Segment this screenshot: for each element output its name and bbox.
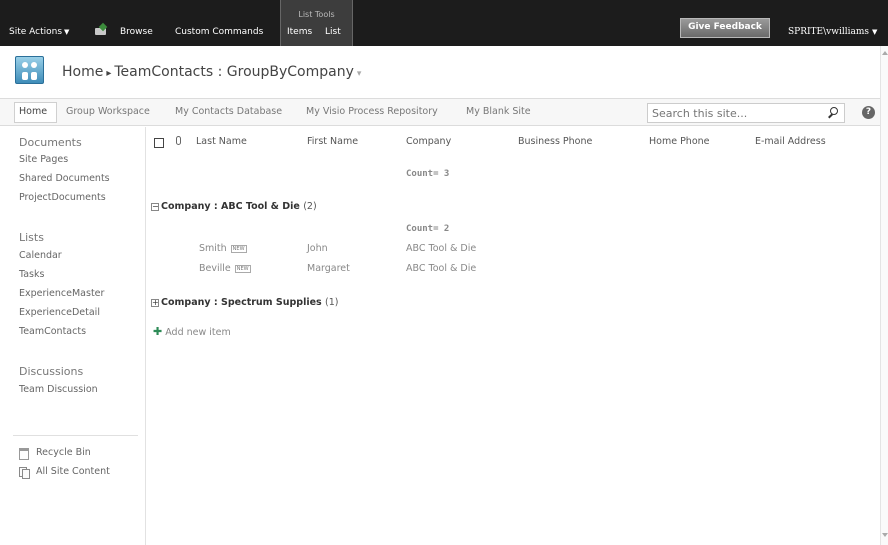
browse-tab[interactable]: Browse [120, 27, 153, 37]
divider [13, 435, 138, 436]
group-label: Company : Spectrum Supplies [161, 297, 322, 308]
ql-shared-documents[interactable]: Shared Documents [19, 173, 110, 184]
expand-icon[interactable]: + [151, 299, 159, 307]
breadcrumb-home-link[interactable]: Home [62, 64, 103, 80]
ql-team-discussion[interactable]: Team Discussion [19, 384, 98, 395]
custom-commands-tab[interactable]: Custom Commands [175, 27, 263, 37]
cell-company: ABC Tool & Die [406, 263, 477, 274]
vertical-scrollbar[interactable] [880, 46, 888, 545]
view-selector[interactable]: GroupByCompany [227, 64, 354, 80]
user-menu[interactable]: SPRITE\vwilliams ▼ [788, 27, 877, 37]
topnav-my-contacts-database[interactable]: My Contacts Database [175, 106, 282, 117]
breadcrumb: Home ▸ TeamContacts : GroupByCompany ▾ [62, 64, 362, 80]
ql-experience-master[interactable]: ExperienceMaster [19, 288, 104, 299]
group-count: (1) [325, 297, 339, 308]
help-icon[interactable]: ? [862, 106, 875, 119]
column-header-business-phone[interactable]: Business Phone [518, 136, 592, 147]
search-input[interactable] [652, 106, 812, 120]
add-new-item-label: Add new item [165, 327, 231, 338]
top-navigation: Home Group Workspace My Contacts Databas… [0, 98, 880, 126]
group-label: Company : ABC Tool & Die [161, 201, 300, 212]
total-count: Count= 3 [406, 169, 450, 179]
search-box [647, 103, 845, 123]
site-actions-menu[interactable]: Site Actions ▼ [9, 27, 69, 37]
topnav-my-visio-process-repository[interactable]: My Visio Process Repository [306, 106, 438, 117]
column-header-email[interactable]: E-mail Address [755, 136, 826, 147]
column-header-company[interactable]: Company [406, 136, 451, 147]
column-header-last-name[interactable]: Last Name [196, 136, 247, 147]
collapse-icon[interactable]: − [151, 203, 159, 211]
items-tab[interactable]: Items [287, 27, 312, 37]
list-tab[interactable]: List [325, 27, 341, 37]
list-view: Last Name First Name Company Business Ph… [147, 127, 880, 545]
select-all-checkbox[interactable] [154, 138, 164, 148]
folder-up-icon[interactable] [95, 22, 108, 36]
ql-all-site-content[interactable]: All Site Content [36, 466, 110, 477]
recycle-bin-icon [19, 448, 29, 460]
add-new-item-link[interactable]: ✚ Add new item [153, 325, 231, 338]
column-header-first-name[interactable]: First Name [307, 136, 358, 147]
list-tools-title: List Tools [298, 10, 335, 19]
cell-last-name[interactable]: Beville [199, 263, 231, 274]
cell-last-name[interactable]: Smith [199, 243, 227, 254]
group-header-abc[interactable]: − Company : ABC Tool & Die (2) [151, 201, 317, 212]
ql-tasks[interactable]: Tasks [19, 269, 44, 280]
topnav-my-blank-site[interactable]: My Blank Site [466, 106, 531, 117]
topnav-home[interactable]: Home [19, 106, 47, 117]
quick-launch: Documents Site Pages Shared Documents Pr… [0, 127, 146, 545]
ql-project-documents[interactable]: ProjectDocuments [19, 192, 106, 203]
ql-documents-heading[interactable]: Documents [19, 136, 82, 149]
table-row[interactable]: Smith NEW [199, 243, 247, 254]
plus-icon: ✚ [153, 325, 163, 338]
ql-site-pages[interactable]: Site Pages [19, 154, 68, 165]
ql-calendar[interactable]: Calendar [19, 250, 62, 261]
ql-team-contacts[interactable]: TeamContacts [19, 326, 86, 337]
group-header-spectrum[interactable]: + Company : Spectrum Supplies (1) [151, 297, 339, 308]
ribbon: Site Actions ▼ Browse Custom Commands Lis… [0, 0, 888, 46]
cell-first-name: Margaret [307, 263, 350, 274]
title-area: Home ▸ TeamContacts : GroupByCompany ▾ [0, 46, 880, 98]
cell-first-name: John [307, 243, 328, 254]
scroll-down-icon[interactable] [882, 533, 888, 537]
site-actions-label: Site Actions [9, 27, 63, 37]
give-feedback-button[interactable]: Give Feedback [680, 18, 770, 38]
new-badge: NEW [234, 265, 251, 273]
scroll-up-icon[interactable] [882, 51, 888, 55]
cell-company: ABC Tool & Die [406, 243, 477, 254]
chevron-down-icon[interactable]: ▾ [357, 69, 362, 79]
ql-recycle-bin[interactable]: Recycle Bin [36, 447, 91, 458]
user-name: SPRITE\vwilliams [788, 27, 869, 37]
group-count-label: Count= 2 [406, 224, 450, 234]
chevron-down-icon: ▼ [64, 28, 70, 36]
pages-icon [19, 467, 31, 479]
ql-discussions-heading[interactable]: Discussions [19, 365, 83, 378]
breadcrumb-separator-icon: ▸ [106, 68, 112, 79]
ql-lists-heading[interactable]: Lists [19, 231, 44, 244]
ql-experience-detail[interactable]: ExperienceDetail [19, 307, 100, 318]
people-logo-icon[interactable] [15, 56, 44, 84]
magnifier-icon[interactable] [827, 107, 838, 120]
new-badge: NEW [230, 245, 247, 253]
breadcrumb-list-link[interactable]: TeamContacts [114, 64, 213, 80]
topnav-group-workspace[interactable]: Group Workspace [66, 106, 150, 117]
list-tools-group: List Tools [280, 0, 353, 46]
table-row[interactable]: Beville NEW [199, 263, 251, 274]
paperclip-icon [176, 136, 181, 145]
column-header-home-phone[interactable]: Home Phone [649, 136, 710, 147]
group-count: (2) [303, 201, 317, 212]
chevron-down-icon: ▼ [871, 28, 878, 36]
